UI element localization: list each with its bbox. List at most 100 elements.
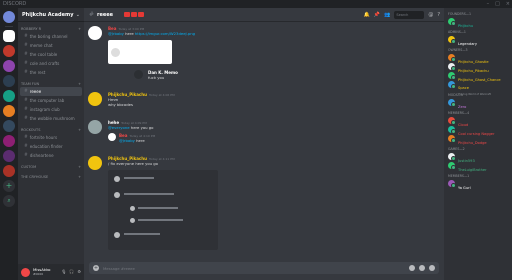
category-label: CUSTOM bbox=[21, 165, 37, 169]
channel-item[interactable]: # instagram club bbox=[20, 105, 82, 114]
search-input[interactable]: Search bbox=[394, 11, 425, 19]
channel-item[interactable]: # the wobble mushroom bbox=[20, 114, 82, 123]
add-attachment-icon[interactable]: + bbox=[93, 265, 99, 271]
server-icon[interactable] bbox=[3, 105, 15, 117]
channel-item[interactable]: # reeee bbox=[20, 87, 82, 96]
hash-icon: # bbox=[24, 52, 28, 57]
member-list: FOUNDERS—1 Phijkchu ADMINS—1 Legendary OWNER… bbox=[444, 8, 512, 280]
server-icon[interactable] bbox=[3, 60, 15, 72]
channel-item[interactable]: # the rest bbox=[20, 68, 82, 77]
timestamp: Today at 4:06 PM bbox=[148, 93, 175, 97]
members-icon[interactable]: 👥 bbox=[384, 12, 390, 18]
add-server-icon[interactable]: + bbox=[3, 180, 15, 192]
channel-label: education finder bbox=[29, 144, 63, 149]
member-name: Ya Gurl bbox=[458, 186, 471, 190]
add-channel-icon[interactable]: + bbox=[78, 128, 81, 132]
emoji-icon[interactable] bbox=[429, 265, 435, 271]
member-item[interactable]: Space Playing World of Warcraft bbox=[444, 80, 512, 96]
member-item[interactable]: Phijkchu bbox=[444, 17, 512, 28]
channel-category[interactable]: THE CRYHOUSE + bbox=[18, 170, 84, 180]
message-list: Bea Today at 3:00 PM @Jrbaby here https:/… bbox=[84, 22, 444, 262]
member-name: TheLuigiBrother bbox=[458, 168, 487, 172]
channel-header: # reeee 🔔 📌 👥 Search @ ? bbox=[84, 8, 444, 22]
member-item[interactable]: TheLuigiBrother bbox=[444, 161, 512, 172]
explore-icon[interactable]: ⌕ bbox=[3, 195, 15, 207]
avatar bbox=[448, 162, 456, 170]
server-icon[interactable] bbox=[3, 165, 15, 177]
add-channel-icon[interactable]: + bbox=[78, 82, 81, 86]
hash-icon: # bbox=[24, 70, 28, 75]
channel-category[interactable]: CUSTOM + bbox=[18, 160, 84, 170]
category-label: THE CRYHOUSE bbox=[21, 175, 49, 179]
mute-icon[interactable]: 🎙 bbox=[61, 269, 66, 274]
hash-icon: # bbox=[24, 116, 28, 121]
channel-category[interactable]: ROBBERY R + bbox=[18, 22, 84, 32]
hash-icon: # bbox=[24, 98, 28, 103]
add-channel-icon[interactable]: + bbox=[78, 165, 81, 169]
help-icon[interactable]: ? bbox=[437, 12, 440, 18]
channel-label: cole and crafts bbox=[29, 61, 60, 66]
channel-item[interactable]: # education finder bbox=[20, 142, 82, 151]
deafen-icon[interactable]: 🎧 bbox=[69, 269, 74, 274]
channel-label: fortnite hours bbox=[29, 135, 58, 140]
server-icon[interactable] bbox=[3, 150, 15, 162]
image-attachment[interactable] bbox=[108, 40, 172, 64]
channel-item[interactable]: # cole and crafts bbox=[20, 59, 82, 68]
maximize-icon[interactable]: □ bbox=[495, 0, 500, 8]
member-item[interactable]: Ya Gurl bbox=[444, 179, 512, 190]
channel-label: the wobble mushroom bbox=[29, 116, 75, 121]
channel-label: the boring channel bbox=[29, 34, 68, 39]
server-icon[interactable] bbox=[3, 120, 15, 132]
avatar[interactable] bbox=[88, 92, 102, 106]
gif-icon[interactable] bbox=[419, 265, 425, 271]
pin-icon[interactable]: 📌 bbox=[374, 12, 380, 18]
member-item[interactable]: Phijkchu_Dodge bbox=[444, 134, 512, 145]
server-icon[interactable] bbox=[3, 45, 15, 57]
channel-item[interactable]: # disheartene bbox=[20, 151, 82, 160]
category-label: ROCKOUTS bbox=[21, 128, 41, 132]
avatar[interactable] bbox=[88, 156, 102, 170]
channel-item[interactable]: # meme chat bbox=[20, 41, 82, 50]
member-item[interactable]: Zero bbox=[444, 98, 512, 109]
add-channel-icon[interactable]: + bbox=[78, 175, 81, 179]
avatar[interactable] bbox=[88, 26, 102, 40]
message-link[interactable]: https://imgur.com/W23deeJ.png bbox=[135, 31, 195, 36]
member-item[interactable]: Legendary bbox=[444, 35, 512, 46]
close-icon[interactable]: × bbox=[506, 0, 510, 8]
avatar bbox=[448, 180, 456, 188]
server-icon[interactable] bbox=[3, 90, 15, 102]
category-label: TEAM FUN bbox=[21, 82, 40, 86]
message-composer[interactable]: + Message #reeee bbox=[89, 262, 439, 274]
channel-item[interactable]: # the computer lab bbox=[20, 96, 82, 105]
home-icon[interactable] bbox=[3, 11, 15, 23]
server-icon[interactable] bbox=[3, 30, 15, 42]
message-input[interactable]: Message #reeee bbox=[103, 266, 135, 271]
avatar[interactable] bbox=[21, 267, 30, 277]
channel-category[interactable]: ROCKOUTS + bbox=[18, 123, 84, 133]
avatar[interactable] bbox=[88, 120, 102, 134]
image-attachment[interactable] bbox=[108, 170, 218, 250]
member-name: Zero bbox=[458, 105, 467, 109]
channel-category[interactable]: TEAM FUN + bbox=[18, 77, 84, 87]
hash-icon: # bbox=[24, 61, 28, 66]
quoted-message: Bea Today at 4:10 PM @Jrbaby here bbox=[108, 133, 408, 143]
channel-item[interactable]: # fortnite hours bbox=[20, 133, 82, 142]
minimize-icon[interactable]: – bbox=[487, 0, 490, 8]
add-channel-icon[interactable]: + bbox=[78, 27, 81, 31]
server-header[interactable]: Phijkchu Academy ⌄ bbox=[18, 8, 84, 22]
mention[interactable]: @Jrbaby bbox=[108, 31, 124, 36]
mention-icon[interactable]: @ bbox=[428, 12, 433, 18]
mention[interactable]: @everyone bbox=[108, 125, 130, 130]
channel-item[interactable]: # the boring channel bbox=[20, 32, 82, 41]
mention[interactable]: @Jrbaby bbox=[119, 138, 135, 143]
gift-icon[interactable] bbox=[409, 265, 415, 271]
channel-item[interactable]: # the cool table bbox=[20, 50, 82, 59]
avatar bbox=[448, 99, 456, 107]
message-text: / fix everyone here you go bbox=[108, 161, 159, 166]
bell-icon[interactable]: 🔔 bbox=[364, 12, 370, 18]
channel-title: reeee bbox=[97, 11, 114, 18]
server-icon[interactable] bbox=[3, 135, 15, 147]
server-icon[interactable] bbox=[3, 75, 15, 87]
gear-icon[interactable]: ⚙ bbox=[77, 269, 81, 274]
avatar bbox=[448, 72, 456, 80]
